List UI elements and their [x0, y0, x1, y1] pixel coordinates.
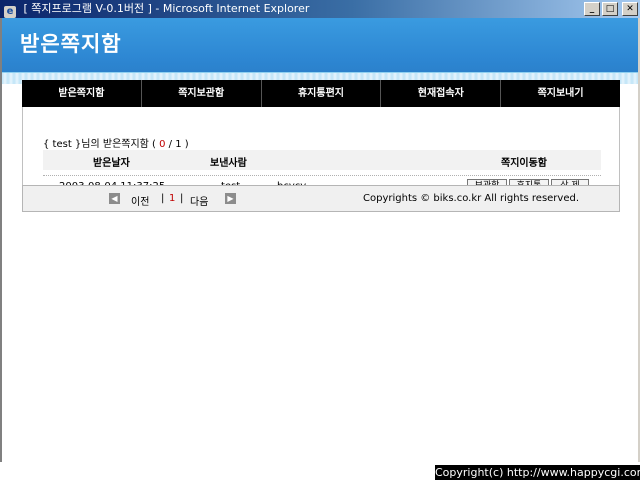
header-actions: 쪽지이동함 — [501, 158, 547, 169]
pager-separator: | — [161, 193, 165, 204]
pager-bar: ◀ 이전 | 1 | 다음 ▶ Copyrights © biks.co.kr … — [22, 185, 620, 212]
close-button[interactable]: ✕ — [622, 2, 638, 16]
next-link[interactable]: 다음 — [190, 193, 208, 208]
window-controls: _ □ ✕ — [584, 2, 638, 16]
prev-arrow-icon[interactable]: ◀ — [109, 193, 120, 204]
minimize-button[interactable]: _ — [584, 2, 600, 16]
browser-content: 받은쪽지함 받은쪽지함 쪽지보관함 휴지통편지 현재접속자 쪽지보내기 { te… — [0, 18, 640, 462]
nav-send-message[interactable]: 쪽지보내기 — [501, 80, 620, 107]
divider — [43, 175, 601, 176]
prev-link[interactable]: 이전 — [131, 193, 149, 208]
inbox-summary: { test }님의 받은쪽지함 ( 0 / 1 ) — [43, 135, 189, 150]
current-page[interactable]: 1 — [169, 193, 175, 204]
nav-inbox[interactable]: 받은쪽지함 — [22, 80, 142, 107]
nav-online-users[interactable]: 현재접속자 — [381, 80, 502, 107]
window-title: [ 쪽지프로그램 V-0.1버전 ] - Microsoft Internet … — [23, 2, 310, 15]
maximize-button[interactable]: □ — [602, 2, 618, 16]
table-header: 받은날자 보낸사람 쪽지이동함 — [43, 150, 601, 170]
nav-trash[interactable]: 휴지통편지 — [262, 80, 382, 107]
page-title: 받은쪽지함 — [20, 32, 122, 56]
ie-icon: e — [4, 6, 16, 18]
header-sender: 보낸사람 — [210, 158, 247, 169]
header-date: 받은날자 — [93, 158, 130, 169]
inbox-user-prefix: { test }님의 받은쪽지함 ( — [43, 139, 160, 150]
window-titlebar: e [ 쪽지프로그램 V-0.1버전 ] - Microsoft Interne… — [0, 0, 640, 18]
site-copyright: Copyrights © biks.co.kr All rights reser… — [363, 193, 580, 204]
footer-copyright: Copyright(c) http://www.happycgi.com — [435, 465, 640, 480]
main-nav: 받은쪽지함 쪽지보관함 휴지통편지 현재접속자 쪽지보내기 — [22, 80, 620, 107]
next-arrow-icon[interactable]: ▶ — [225, 193, 236, 204]
pager-separator: | — [180, 193, 184, 204]
inbox-suffix: ) — [181, 139, 189, 150]
header-banner: 받은쪽지함 — [2, 18, 638, 78]
inbox-slash: / — [165, 139, 176, 150]
nav-archive[interactable]: 쪽지보관함 — [142, 80, 262, 107]
inbox-panel: { test }님의 받은쪽지함 ( 0 / 1 ) 받은날자 보낸사람 쪽지이… — [22, 107, 620, 199]
